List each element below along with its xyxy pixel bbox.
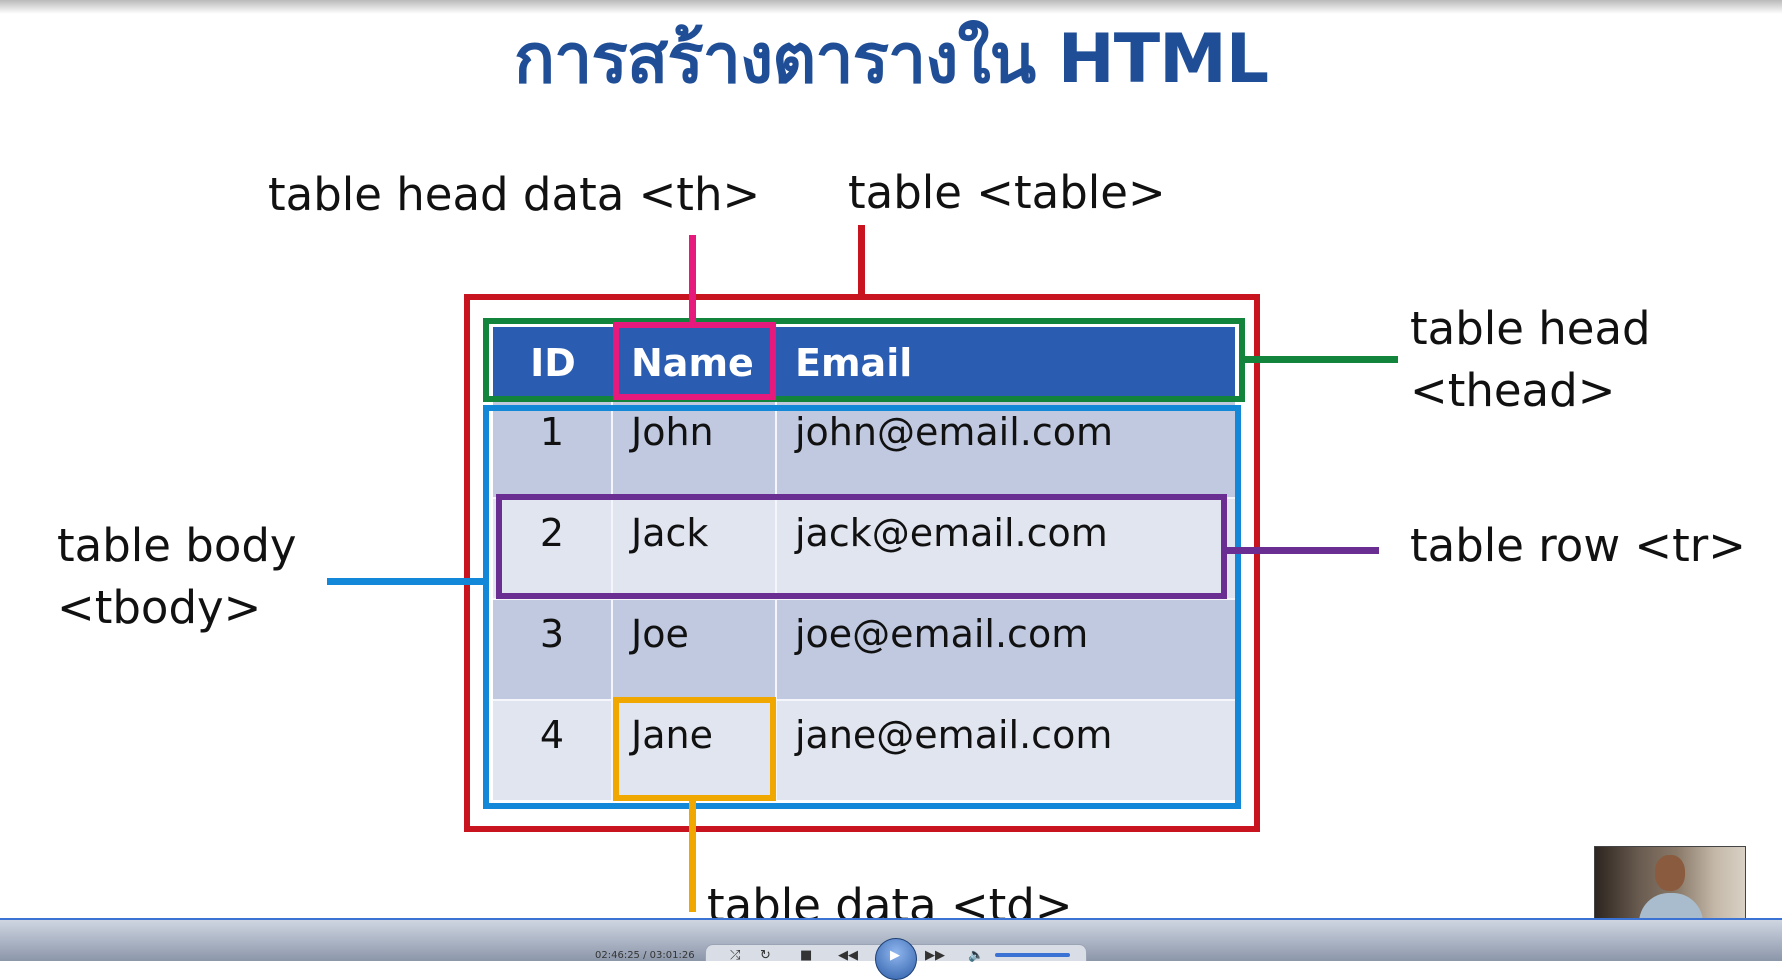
label-th: table head data <th> (268, 168, 761, 221)
tr-connector-line (1226, 547, 1379, 554)
seek-bar[interactable] (0, 918, 1782, 920)
label-tbody-line1: table body (57, 519, 297, 572)
label-table: table <table> (848, 166, 1166, 219)
label-thead-line1: table head (1410, 302, 1651, 355)
slide-title: การสร้างตารางใน HTML (513, 20, 1269, 99)
repeat-icon[interactable]: ↻ (760, 949, 771, 962)
label-tbody-line2: <tbody> (57, 581, 262, 634)
time-readout: 02:46:25 / 03:01:26 (595, 950, 695, 961)
window-top-shade (0, 0, 1782, 14)
tbody-connector-line (327, 578, 485, 585)
stop-icon[interactable]: ■ (800, 949, 812, 962)
th-connector-line (689, 235, 696, 323)
td-connector-line (689, 800, 696, 912)
thead-connector-line (1243, 356, 1398, 363)
td-outline-box (613, 697, 776, 801)
shuffle-icon[interactable]: ⤮ (730, 949, 740, 962)
tbody-outline-box (483, 405, 1241, 809)
label-thead-line2: <thead> (1410, 364, 1616, 417)
rewind-icon[interactable]: ◀◀ (838, 949, 858, 962)
fast-forward-icon[interactable]: ▶▶ (925, 949, 945, 962)
tr-outline-box (496, 494, 1227, 599)
thead-outline-box (483, 318, 1245, 402)
play-icon[interactable]: ▶ (890, 949, 900, 962)
label-tr: table row <tr> (1410, 519, 1746, 572)
th-outline-box (613, 322, 776, 400)
volume-icon[interactable]: 🔈 (968, 949, 984, 962)
table-connector-line (858, 225, 865, 297)
volume-slider[interactable] (995, 953, 1070, 957)
presenter-face (1655, 855, 1685, 891)
